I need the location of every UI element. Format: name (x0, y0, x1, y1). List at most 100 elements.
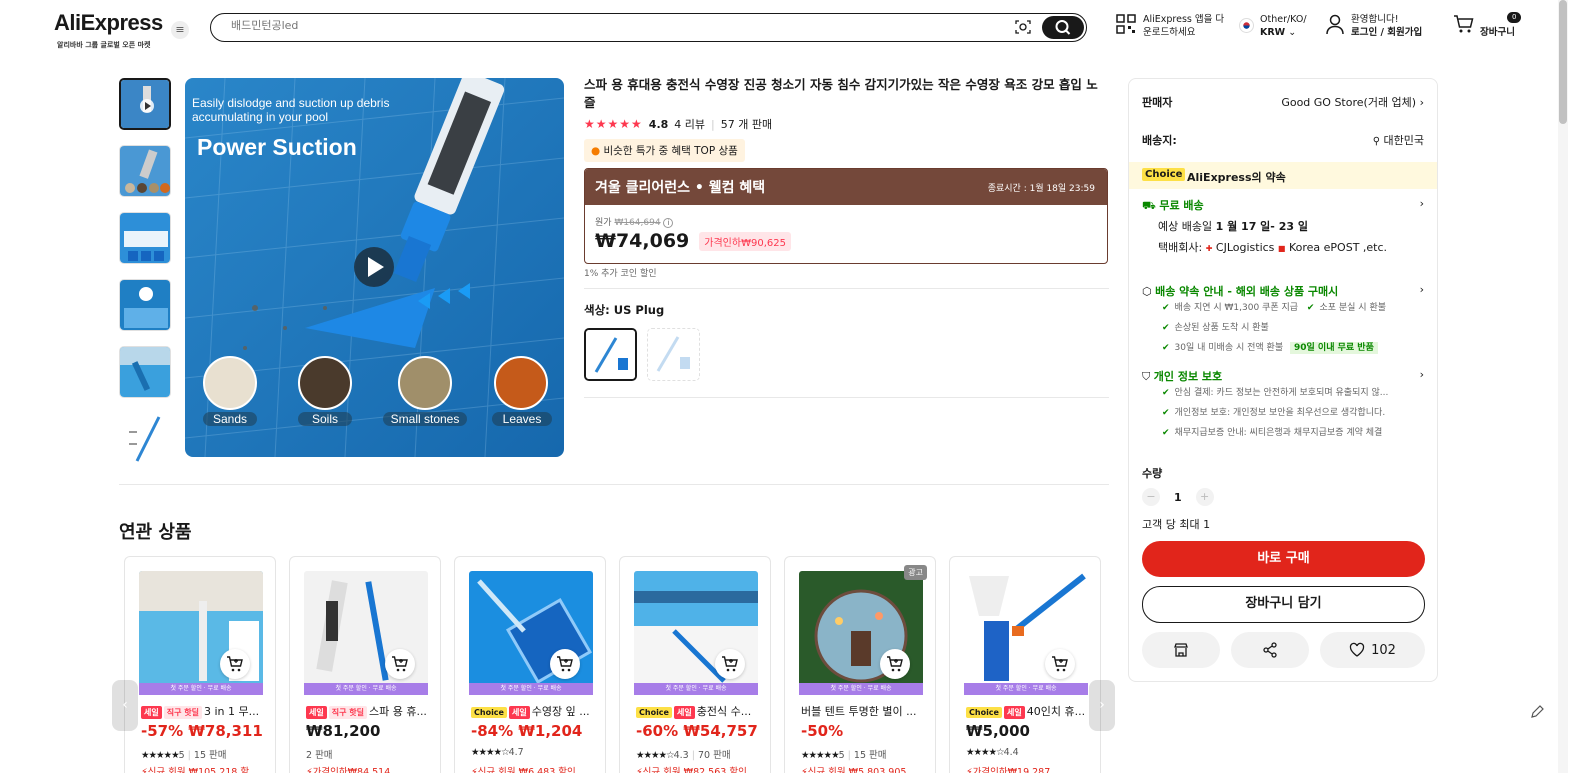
bolt-icon: ⚡ (141, 767, 148, 773)
account-menu[interactable]: 환영합니다! 로그인 / 회원가입 (1326, 13, 1422, 39)
app-download[interactable]: AliExpress 앱을 다 운로드하세요 (1116, 13, 1224, 39)
card-sold: 15 판매 (193, 750, 227, 761)
plus-button[interactable]: + (1195, 488, 1214, 506)
free-return-badge: 90일 이내 무료 반품 (1289, 342, 1378, 354)
guide-3: 손상된 상품 도착 시 환불 (1174, 323, 1269, 333)
rating-stars-icon: ★★★★★ (141, 750, 180, 761)
product-card[interactable]: 첫 주문 할인 · 무료 배송 Choice 세일 40인치 휴... ₩5,000… (949, 556, 1101, 773)
currency: KRW (1260, 27, 1286, 38)
privacy-line-2: ✔ 개인정보 보호: 개인정보 보안을 최우선으로 생각합니다. (1162, 403, 1424, 423)
seller-row[interactable]: 판매자 Good GO Store(거래 업체) › (1142, 94, 1424, 110)
cart-link[interactable]: 0 장바구니 (1453, 12, 1522, 39)
delivery-guide-row[interactable]: ⬡ 배송 약속 안내 - 해외 배송 상품 구매시 › (1142, 283, 1424, 299)
card-title: Choice 세일 수영장 잎 ... (471, 703, 595, 719)
buy-now-button[interactable]: 바로 구매 (1142, 541, 1425, 577)
scrollbar[interactable] (1558, 0, 1568, 773)
guide-2: 소포 분실 시 환불 (1319, 303, 1387, 313)
search-bar (210, 13, 1087, 42)
card-sold: 2 판매 (306, 750, 333, 761)
add-to-cart-icon[interactable] (550, 649, 580, 679)
ship-to-row[interactable]: 배송지: ⚲ 대한민국 (1142, 132, 1424, 148)
minus-button[interactable]: − (1142, 488, 1160, 506)
image-search-icon[interactable] (1015, 19, 1031, 35)
reviews-link[interactable]: 4 리뷰 (674, 116, 705, 132)
share-button[interactable] (1231, 632, 1309, 668)
add-to-cart-icon[interactable] (880, 649, 910, 679)
card-image (799, 571, 923, 695)
card-title: Choice 세일 충전식 수... (636, 703, 760, 719)
promo-price-box: 겨울 클리어런스 • 웰컴 혜택 종료시간 : 1월 18일 23:59 원가 … (584, 168, 1108, 264)
store-button[interactable] (1142, 632, 1220, 668)
card-image (304, 571, 428, 695)
card-stats: ★★★★☆4.7 (471, 747, 524, 758)
swatch-us-plug[interactable] (584, 328, 637, 381)
product-card[interactable]: 첫 주문 할인 · 무료 배송 세일 직구 핫딜 스파 용 휴... ₩81,200… (289, 556, 441, 773)
guide-4: 30일 내 미배송 시 전액 환불 (1174, 343, 1284, 353)
thumbnail-4[interactable] (119, 279, 171, 331)
product-card[interactable]: 첫 주문 할인 · 무료 배송 Choice 세일 충전식 수... -60% ₩5… (619, 556, 771, 773)
promise-title: AliExpress의 약속 (1187, 171, 1286, 184)
wishlist-button[interactable]: 102 (1320, 632, 1425, 668)
shipto-label: 배송지: (1142, 134, 1177, 147)
search-input[interactable] (231, 19, 991, 32)
info-icon[interactable]: i (663, 218, 674, 228)
card-promo: 첫 주문 할인 · 무료 배송 (139, 683, 263, 695)
add-to-cart-icon[interactable] (1045, 649, 1075, 679)
label-sands: Sands (203, 412, 257, 426)
aliexpress-logo[interactable]: AliExpress 알리바바 그룹 글로벌 오픈 마켓 (54, 10, 163, 51)
thumbnail-6[interactable] (119, 413, 171, 465)
chevron-right-icon: › (1419, 197, 1424, 210)
card-promo: 첫 주문 할인 · 무료 배송 (634, 683, 758, 695)
privacy-row[interactable]: ⛉ 개인 정보 보호 › (1142, 368, 1424, 384)
seller-name: Good GO Store(거래 업체) (1281, 96, 1417, 109)
quantity-value[interactable]: 1 (1174, 491, 1182, 504)
product-card[interactable]: 첫 주문 할인 · 무료 배송 세일 직구 핫딜 3 in 1 무... -57% … (124, 556, 276, 773)
choice-banner: Choice AliExpress의 약속 (1129, 162, 1437, 189)
rating-row: ★★★★★ 4.8 4 리뷰 | 57 개 판매 (584, 116, 773, 132)
scrollbar-thumb[interactable] (1559, 0, 1567, 124)
login-link[interactable]: 로그인 / 회원가입 (1351, 27, 1422, 38)
guide-line-3: ✔ 30일 내 미배송 시 전액 환불 90일 이내 무료 반품 (1162, 338, 1424, 358)
card-title-text: 수영장 잎 ... (531, 705, 590, 718)
product-card[interactable]: 첫 주문 할인 · 무료 배송 Choice 세일 수영장 잎 ... -84% ₩… (454, 556, 606, 773)
add-to-cart-icon[interactable] (385, 649, 415, 679)
price-row: ₩74,069 가격인하₩90,625 (595, 230, 1107, 252)
card-title-text: 40인치 휴... (1026, 705, 1086, 718)
main-product-image[interactable]: Easily dislodge and suction up debris ac… (185, 78, 564, 457)
carousel-next-button[interactable]: › (1089, 680, 1115, 731)
card-bottom: ⚡가격인하₩19,287 (966, 764, 1050, 773)
search-button[interactable] (1042, 16, 1084, 39)
top-product-badge[interactable]: ● 비슷한 특가 중 혜택 TOP 상품 (584, 139, 745, 162)
heart-icon (1349, 642, 1365, 657)
privacy-3: 채무지급보증 안내: 씨티은행과 채무지급보증 계약 체결 (1174, 428, 1383, 438)
add-to-cart-icon[interactable] (715, 649, 745, 679)
thumbnail-3[interactable] (119, 212, 171, 264)
check-icon: ✔ (1162, 303, 1170, 313)
category-menu-icon[interactable]: ≡ (171, 21, 189, 39)
carousel-prev-button[interactable]: ‹ (112, 680, 138, 731)
quantity-label: 수량 (1142, 467, 1163, 480)
card-sold: 15 판매 (853, 750, 887, 761)
region-line1: Other/KO/ (1260, 14, 1307, 25)
cj-logo-icon: ✚ (1205, 244, 1213, 253)
card-image (469, 571, 593, 695)
card-bottom: ⚡신규 회원 ₩6,483 할인 (471, 764, 576, 773)
cart-count-badge: 0 (1507, 12, 1522, 23)
rating-stars-icon: ★★★★☆ (966, 747, 1005, 758)
product-card[interactable]: 첫 주문 할인 · 무료 배송 광고 버블 텐트 투명한 별이 ... -50%… (784, 556, 936, 773)
thumbnail-2[interactable] (119, 145, 171, 197)
logo-brand: AliExpress (54, 10, 163, 35)
swatch-alt[interactable] (647, 328, 700, 381)
free-shipping-row[interactable]: ⛟ 무료 배송 › (1142, 197, 1424, 214)
guide-line-1: ✔ 배송 지연 시 ₩1,300 쿠폰 지급 ✔ 소포 분실 시 환불 (1162, 298, 1424, 318)
card-tag: 직구 핫딜 (328, 706, 367, 719)
region-selector[interactable]: Other/KO/KRW ⌄ (1239, 13, 1307, 39)
thumbnail-5[interactable] (119, 346, 171, 398)
add-to-cart-icon[interactable] (220, 649, 250, 679)
eta-prefix: 예상 배송일 (1158, 220, 1213, 233)
card-price: ₩81,200 (306, 722, 381, 740)
korea-flag-icon (1239, 18, 1254, 33)
thumbnail-1[interactable] (119, 78, 171, 130)
edit-icon[interactable] (1527, 702, 1547, 722)
add-to-cart-button[interactable]: 장바구니 담기 (1142, 586, 1425, 623)
